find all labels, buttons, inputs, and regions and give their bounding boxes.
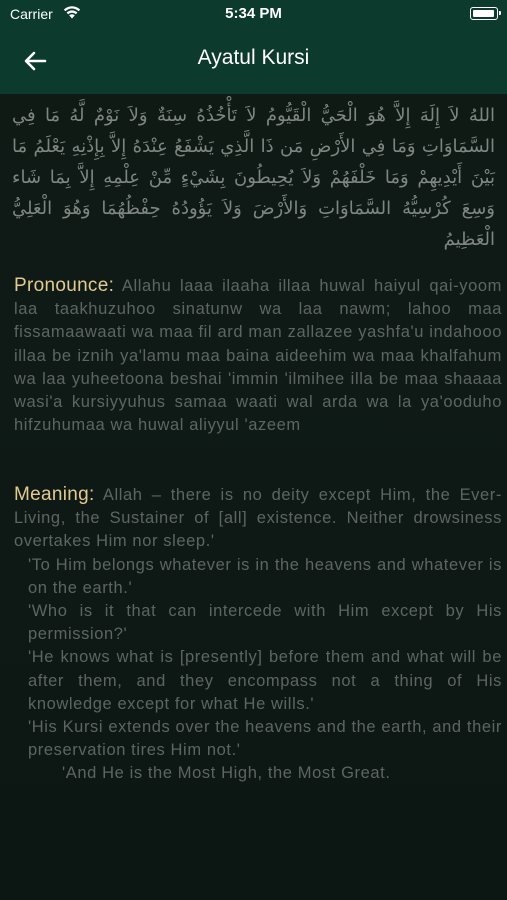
arabic-verse: اللهُ لاَ إِلَهَ إِلاَّ هُوَ الْحَيُّ ال… (12, 105, 495, 250)
meaning-line: 'His Kursi extends over the heavens and … (28, 718, 502, 760)
page-title: Ayatul Kursi (197, 46, 310, 69)
meaning-section: Meaning: Allah – there is no deity excep… (14, 483, 502, 786)
pronounce-section: Pronounce: Allahu laaa ilaaha illaa huwa… (14, 274, 502, 437)
meaning-line: 'Who is it that can intercede with Him e… (28, 602, 502, 644)
meaning-label: Meaning: (14, 484, 95, 505)
pronounce-text: Allahu laaa ilaaha illaa huwal haiyul qa… (14, 277, 502, 435)
battery-icon (470, 7, 501, 20)
ayatul-kursi-screen: Carrier 5:34 PM Ayatul Kursi اللهُ لاَ إ… (0, 0, 507, 900)
pronounce-label: Pronounce: (14, 275, 115, 296)
meaning-line: 'He knows what is [presently] before the… (28, 648, 502, 713)
status-bar: Carrier 5:34 PM (0, 0, 507, 30)
meaning-line: 'And He is the Most High, the Most Great… (62, 764, 391, 783)
status-time: 5:34 PM (225, 5, 282, 22)
top-bar: Carrier 5:34 PM Ayatul Kursi (0, 0, 507, 94)
meaning-line: Meaning: Allah – there is no deity excep… (14, 483, 502, 554)
meaning-line: 'To Him belongs whatever is in the heave… (28, 555, 502, 597)
